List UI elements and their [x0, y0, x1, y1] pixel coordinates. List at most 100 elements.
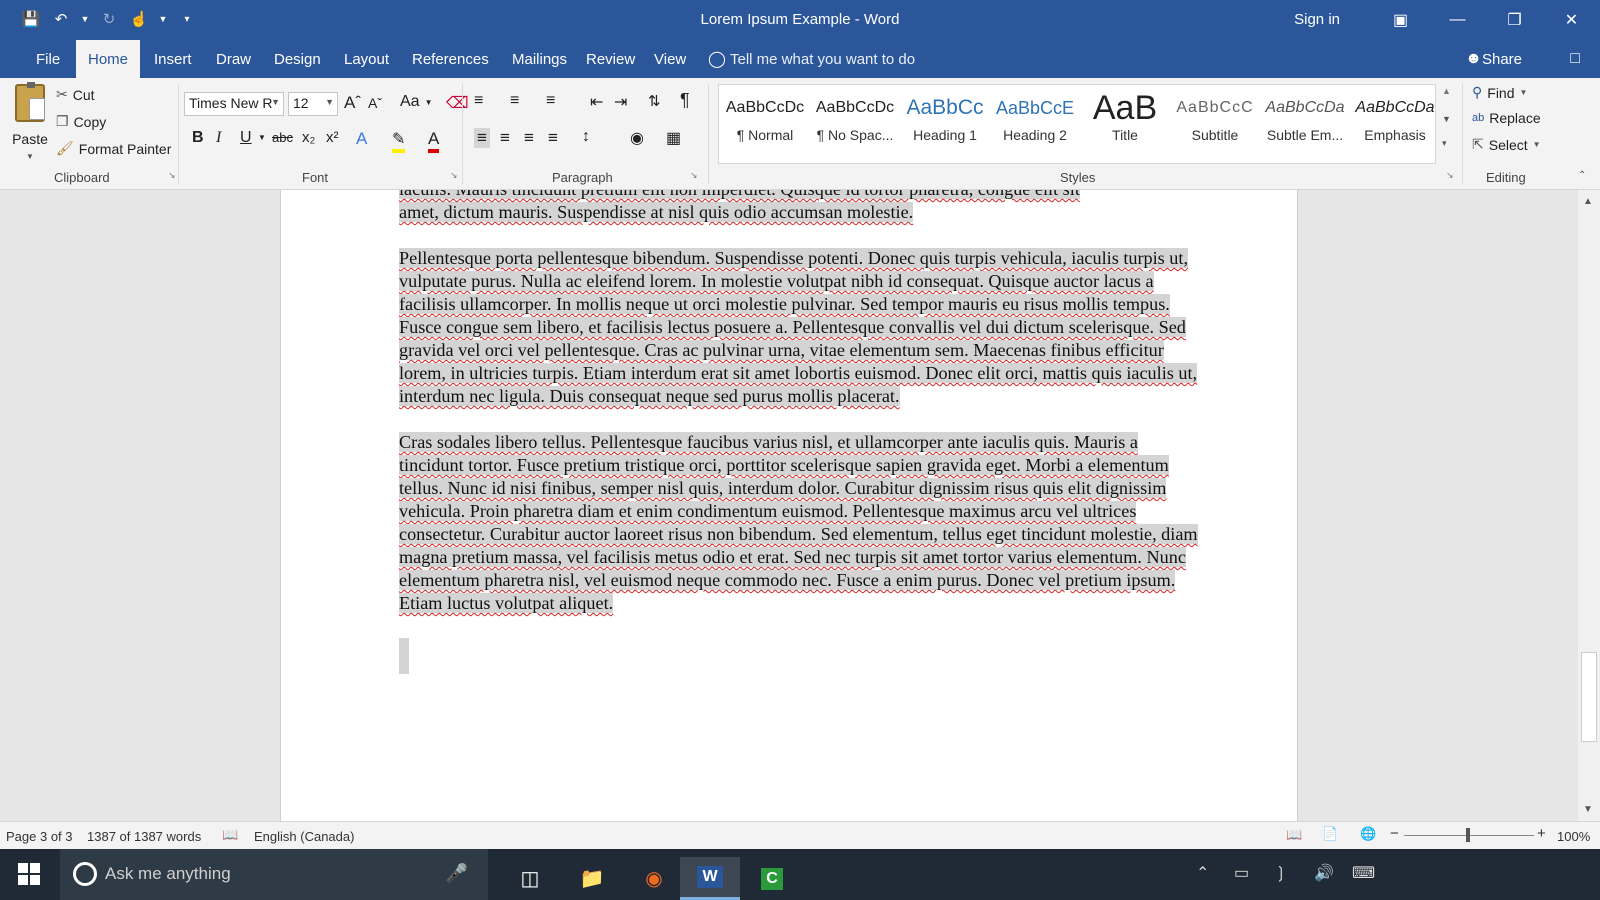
- strikethrough-icon[interactable]: abc: [272, 130, 293, 145]
- sign-in-link[interactable]: Sign in: [1294, 11, 1340, 28]
- paragraph[interactable]: Pellentesque porta pellentesque bibendum…: [399, 248, 1198, 406]
- justify-icon[interactable]: ≡: [548, 128, 558, 148]
- shrink-font-icon[interactable]: Aˇ: [368, 95, 382, 111]
- replace-button[interactable]: ab Replace: [1472, 110, 1541, 126]
- tell-me-search[interactable]: Tell me what you want to do: [730, 51, 915, 68]
- microphone-icon[interactable]: 🎤: [446, 863, 468, 884]
- language-indicator[interactable]: English (Canada): [254, 829, 354, 844]
- minimize-icon[interactable]: —: [1429, 0, 1486, 40]
- volume-icon[interactable]: 🔊: [1314, 863, 1334, 883]
- empty-paragraph[interactable]: [399, 638, 409, 674]
- tab-mailings[interactable]: Mailings: [500, 40, 579, 78]
- clipboard-launcher-icon[interactable]: ↘: [168, 170, 176, 181]
- numbering-icon[interactable]: ≡: [510, 92, 519, 110]
- zoom-out-icon[interactable]: −: [1390, 825, 1399, 842]
- paragraph-launcher-icon[interactable]: ↘: [690, 170, 698, 181]
- pilcrow-icon[interactable]: ¶: [680, 90, 690, 111]
- tab-layout[interactable]: Layout: [332, 40, 401, 78]
- sort-icon[interactable]: ⇅: [648, 92, 661, 110]
- cut-button[interactable]: ✂ Cut: [56, 86, 95, 103]
- read-mode-icon[interactable]: 📖: [1286, 827, 1302, 843]
- styles-scroll-up-icon[interactable]: ▲: [1442, 86, 1451, 96]
- paragraph-line-cut[interactable]: iaculis. Mauris tincidunt pretium elit n…: [399, 190, 1080, 199]
- zoom-in-icon[interactable]: +: [1537, 825, 1546, 842]
- scrollbar-thumb[interactable]: [1581, 652, 1597, 742]
- align-right-icon[interactable]: ≡: [524, 128, 534, 148]
- underline-icon[interactable]: U: [240, 129, 252, 147]
- word-count[interactable]: 1387 of 1387 words: [87, 829, 201, 844]
- line-spacing-icon[interactable]: ↕: [582, 128, 590, 146]
- style-heading-1[interactable]: AaBbCc Heading 1: [901, 89, 989, 161]
- style-emphasis[interactable]: AaBbCcDa Emphasis: [1351, 89, 1439, 161]
- cortana-search-box[interactable]: Ask me anything 🎤: [60, 849, 488, 900]
- document-text[interactable]: iaculis. Mauris tincidunt pretium elit n…: [399, 190, 1199, 680]
- paragraph[interactable]: Cras sodales libero tellus. Pellentesque…: [399, 432, 1198, 613]
- text-effects-icon[interactable]: A: [356, 129, 367, 149]
- camtasia-icon[interactable]: C: [742, 857, 802, 900]
- bullets-icon[interactable]: ≡: [474, 92, 483, 110]
- vertical-scrollbar[interactable]: ▲ ▼: [1578, 190, 1600, 821]
- proofing-icon[interactable]: 📖: [222, 827, 238, 843]
- web-layout-icon[interactable]: 🌐: [1360, 826, 1376, 842]
- tab-design[interactable]: Design: [262, 40, 333, 78]
- restore-icon[interactable]: ❐: [1486, 0, 1543, 40]
- zoom-level[interactable]: 100%: [1557, 829, 1590, 844]
- style-no-spacing[interactable]: AaBbCcDc ¶ No Spac...: [811, 89, 899, 161]
- tab-references[interactable]: References: [400, 40, 501, 78]
- grow-font-icon[interactable]: Aˆ: [344, 93, 361, 113]
- style-subtitle[interactable]: AaBbCcC Subtitle: [1171, 89, 1259, 161]
- task-view-icon[interactable]: ◫: [500, 857, 560, 900]
- wifi-icon[interactable]: ❳: [1274, 863, 1287, 883]
- style-subtle-emphasis[interactable]: AaBbCcDa Subtle Em...: [1261, 89, 1349, 161]
- style-heading-2[interactable]: AaBbCcE Heading 2: [991, 89, 1079, 161]
- tab-view[interactable]: View: [642, 40, 698, 78]
- font-family-select[interactable]: Times New R ▼: [184, 92, 284, 116]
- align-center-icon[interactable]: ≡: [500, 128, 510, 148]
- subscript-icon[interactable]: x₂: [302, 129, 315, 146]
- tab-file[interactable]: File: [24, 40, 72, 78]
- font-size-select[interactable]: 12 ▼: [288, 92, 338, 116]
- superscript-icon[interactable]: x²: [326, 129, 339, 146]
- clear-formatting-icon[interactable]: ⌫: [446, 93, 469, 113]
- font-launcher-icon[interactable]: ↘: [450, 170, 458, 181]
- decrease-indent-icon[interactable]: ⇤: [590, 92, 603, 112]
- keyboard-icon[interactable]: ⌨: [1352, 863, 1375, 883]
- shading-icon[interactable]: ◉: [630, 128, 644, 148]
- increase-indent-icon[interactable]: ⇥: [614, 92, 627, 112]
- zoom-slider-thumb[interactable]: [1466, 828, 1470, 842]
- windows-start-icon[interactable]: [18, 863, 40, 885]
- bold-icon[interactable]: B: [192, 129, 204, 147]
- word-taskbar-icon[interactable]: W: [680, 857, 740, 900]
- ribbon-display-options-icon[interactable]: ▣: [1372, 0, 1429, 40]
- comments-icon[interactable]: □: [1570, 50, 1580, 68]
- styles-scroll-down-icon[interactable]: ▼: [1442, 114, 1451, 124]
- borders-icon[interactable]: ▦: [666, 128, 681, 148]
- tab-home[interactable]: Home: [76, 40, 141, 78]
- styles-launcher-icon[interactable]: ↘: [1446, 170, 1454, 181]
- style-title[interactable]: AaB Title: [1081, 89, 1169, 161]
- document-page[interactable]: iaculis. Mauris tincidunt pretium elit n…: [280, 190, 1298, 821]
- select-button[interactable]: ⇱ Select ▼: [1472, 136, 1541, 153]
- tab-draw[interactable]: Draw: [204, 40, 263, 78]
- share-button[interactable]: Share: [1482, 51, 1522, 68]
- style-normal[interactable]: AaBbCcDc ¶ Normal: [721, 89, 809, 161]
- close-icon[interactable]: ✕: [1543, 0, 1600, 40]
- scroll-up-icon[interactable]: ▲: [1583, 196, 1593, 207]
- paragraph-end[interactable]: amet, dictum mauris. Suspendisse at nisl…: [399, 202, 914, 222]
- format-painter-button[interactable]: 🖌 Format Painter: [56, 140, 171, 157]
- align-left-icon[interactable]: ≡: [474, 128, 490, 148]
- page-indicator[interactable]: Page 3 of 3: [6, 829, 73, 844]
- show-hidden-icons-icon[interactable]: ⌃: [1196, 863, 1209, 883]
- change-case-button[interactable]: Aa ▼: [400, 93, 433, 111]
- multilevel-list-icon[interactable]: ≡: [546, 92, 555, 110]
- paste-button[interactable]: Paste ▼: [10, 82, 50, 161]
- battery-icon[interactable]: ▭: [1234, 863, 1249, 883]
- font-color-icon[interactable]: A: [428, 129, 440, 153]
- print-layout-icon[interactable]: 📄: [1322, 826, 1338, 842]
- underline-dropdown-icon[interactable]: ▼: [258, 133, 266, 142]
- scroll-down-icon[interactable]: ▼: [1583, 804, 1593, 815]
- tab-review[interactable]: Review: [574, 40, 647, 78]
- tab-insert[interactable]: Insert: [142, 40, 204, 78]
- find-button[interactable]: ⚲ Find ▼: [1472, 84, 1527, 101]
- collapse-ribbon-icon[interactable]: ⌃: [1578, 170, 1586, 181]
